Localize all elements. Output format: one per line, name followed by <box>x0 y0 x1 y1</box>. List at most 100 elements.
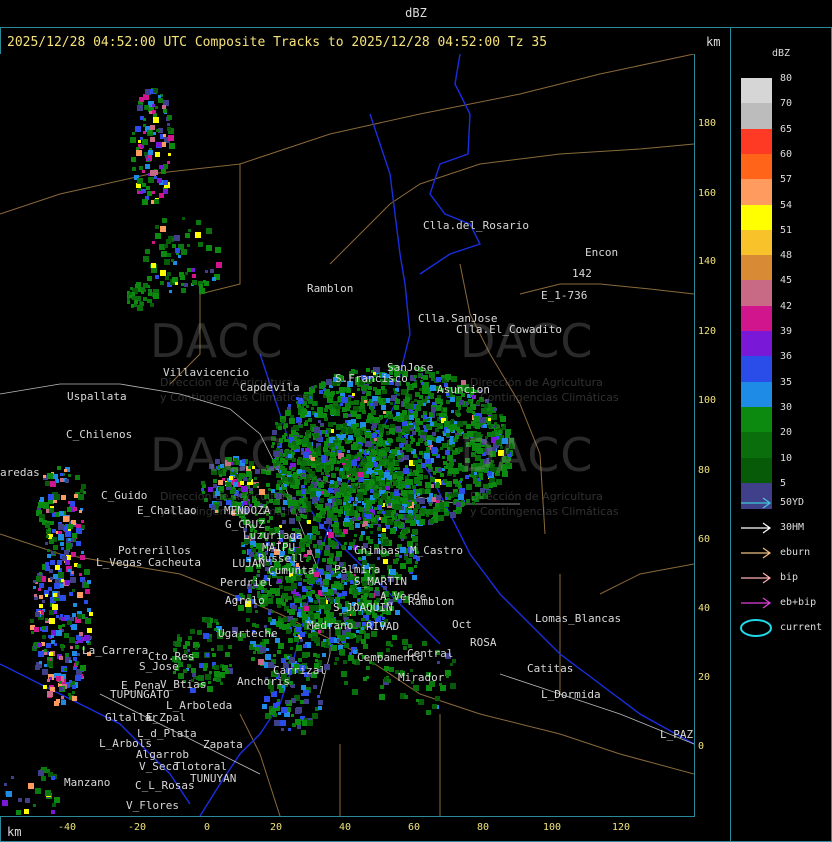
reflectivity-cell <box>408 494 414 500</box>
reflectivity-cell <box>248 589 252 593</box>
reflectivity-cell <box>401 438 406 443</box>
reflectivity-cell <box>315 553 319 557</box>
color-swatch-label: 39 <box>780 326 793 337</box>
reflectivity-cell <box>365 526 368 529</box>
reflectivity-cell <box>318 478 321 481</box>
reflectivity-cell <box>358 557 361 560</box>
reflectivity-cell <box>78 494 84 500</box>
reflectivity-cell <box>152 241 155 244</box>
reflectivity-cell <box>431 378 434 381</box>
reflectivity-cell <box>53 574 58 579</box>
reflectivity-cell <box>421 382 424 385</box>
reflectivity-cell <box>394 391 397 394</box>
reflectivity-cell <box>404 455 409 460</box>
reflectivity-cell <box>349 488 353 492</box>
reflectivity-cell <box>137 305 143 311</box>
watermark-text-4: y Contingencias Climáticas <box>470 391 619 404</box>
reflectivity-cell <box>72 651 77 656</box>
reflectivity-cell <box>51 776 55 780</box>
reflectivity-cell <box>402 447 405 450</box>
reflectivity-cell <box>302 588 306 592</box>
reflectivity-cell <box>55 579 59 583</box>
reflectivity-cell <box>150 137 155 142</box>
reflectivity-cell <box>56 676 61 681</box>
reflectivity-cell <box>454 421 457 424</box>
reflectivity-cell <box>298 658 302 662</box>
reflectivity-cell <box>427 400 430 403</box>
reflectivity-cell <box>51 635 54 638</box>
reflectivity-cell <box>72 613 76 617</box>
reflectivity-cell <box>319 524 324 529</box>
reflectivity-cell <box>39 595 43 599</box>
reflectivity-cell <box>289 518 295 524</box>
reflectivity-cell <box>414 399 417 402</box>
reflectivity-cell <box>160 270 166 276</box>
reflectivity-cell <box>163 164 168 169</box>
reflectivity-cell <box>384 415 387 418</box>
reflectivity-cell <box>46 535 49 538</box>
reflectivity-cell <box>190 629 195 634</box>
reflectivity-cell <box>333 440 336 443</box>
reflectivity-cell <box>184 283 188 287</box>
reflectivity-cell <box>412 485 416 489</box>
reflectivity-cell <box>294 598 299 603</box>
reflectivity-cell <box>311 407 314 410</box>
reflectivity-cell <box>298 609 301 612</box>
reflectivity-cell <box>342 449 345 452</box>
reflectivity-cell <box>61 495 66 500</box>
reflectivity-cell <box>164 259 170 265</box>
reflectivity-cell <box>69 592 73 596</box>
reflectivity-cell <box>48 635 51 638</box>
reflectivity-cell <box>258 659 264 665</box>
reflectivity-cell <box>203 280 206 283</box>
reflectivity-cell <box>306 677 310 681</box>
reflectivity-cell <box>276 702 280 706</box>
reflectivity-cell <box>374 507 377 510</box>
reflectivity-cell <box>347 450 350 453</box>
reflectivity-cell <box>16 810 21 815</box>
reflectivity-cell <box>47 679 50 682</box>
reflectivity-cell <box>311 457 315 461</box>
reflectivity-cell <box>153 293 159 299</box>
reflectivity-cell <box>34 627 39 632</box>
color-scale-title: dBZ <box>772 48 791 59</box>
reflectivity-cell <box>352 660 356 664</box>
reflectivity-cell <box>316 531 320 535</box>
radar-map[interactable]: DACC DACC DACC DACC Dirección de Agricul… <box>0 54 694 816</box>
track-arrow-icon <box>741 522 772 534</box>
reflectivity-cell <box>289 418 295 424</box>
reflectivity-cell <box>359 477 364 482</box>
reflectivity-cell <box>130 137 136 143</box>
place-label: 142 <box>572 267 592 280</box>
reflectivity-cell <box>373 387 377 391</box>
reflectivity-cell <box>324 408 328 412</box>
reflectivity-cell <box>377 440 383 446</box>
reflectivity-cell <box>353 459 356 462</box>
reflectivity-cell <box>335 518 338 521</box>
place-label: C_Guido <box>101 489 148 502</box>
reflectivity-cell <box>313 653 317 657</box>
reflectivity-cell <box>447 455 453 461</box>
reflectivity-cell <box>331 473 336 478</box>
reflectivity-cell <box>393 559 398 564</box>
reflectivity-cell <box>471 421 476 426</box>
reflectivity-cell <box>61 547 64 550</box>
reflectivity-cell <box>253 651 256 654</box>
reflectivity-cell <box>357 452 362 457</box>
reflectivity-cell <box>346 406 349 409</box>
reflectivity-cell <box>334 662 337 665</box>
reflectivity-cell <box>362 410 366 414</box>
reflectivity-cell <box>329 529 332 532</box>
reflectivity-cell <box>413 685 419 691</box>
reflectivity-cell <box>429 412 432 415</box>
reflectivity-cell <box>396 437 401 442</box>
reflectivity-cell <box>317 582 320 585</box>
reflectivity-cell <box>157 178 162 183</box>
reflectivity-cell <box>297 725 301 729</box>
reflectivity-cell <box>183 669 187 673</box>
reflectivity-cell <box>394 467 397 470</box>
reflectivity-cell <box>339 387 345 393</box>
reflectivity-cell <box>419 469 423 473</box>
reflectivity-cell <box>65 531 71 537</box>
reflectivity-cell <box>301 611 306 616</box>
